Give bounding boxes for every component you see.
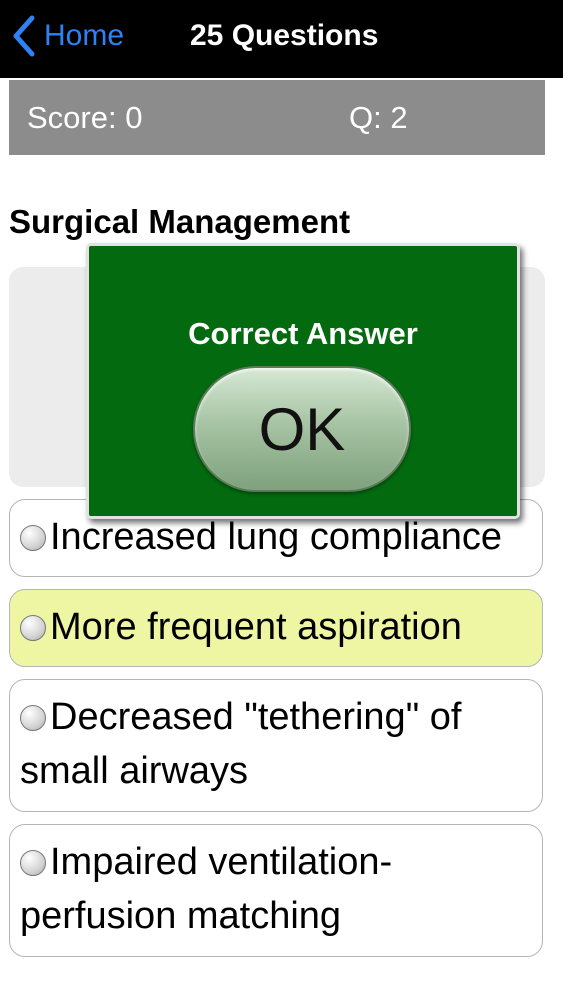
score-label: Score: 0 xyxy=(27,100,143,135)
category-heading: Surgical Management xyxy=(9,203,351,240)
answer-option-4[interactable]: Impaired ventilation- perfusion matching xyxy=(9,824,543,957)
radio-button-icon[interactable] xyxy=(20,525,46,551)
page-title: 25 Questions xyxy=(190,19,379,52)
answer-option-2[interactable]: More frequent aspiration xyxy=(9,589,543,667)
chevron-left-icon xyxy=(13,15,35,57)
answer-option-3[interactable]: Decreased "tethering" of small airways xyxy=(9,679,543,812)
question-number-label: Q: 2 xyxy=(349,100,408,135)
answer-line: Decreased "tethering" of xyxy=(20,690,532,744)
navigation-bar: Home 25 Questions xyxy=(0,0,563,78)
radio-button-icon[interactable] xyxy=(20,615,46,641)
back-label: Home xyxy=(44,19,125,52)
radio-button-icon[interactable] xyxy=(20,705,46,731)
answer-line: Impaired ventilation- xyxy=(20,835,532,889)
alert-title: Correct Answer xyxy=(188,316,418,351)
answer-line: small airways xyxy=(20,750,249,792)
answer-line: More frequent aspiration xyxy=(20,600,532,654)
ok-button[interactable]: OK xyxy=(193,366,411,492)
home-back-button[interactable]: Home xyxy=(10,12,124,60)
answer-line: perfusion matching xyxy=(20,895,342,937)
radio-button-icon[interactable] xyxy=(20,850,46,876)
correct-answer-alert: Correct Answer OK xyxy=(86,243,520,519)
score-bar: Score: 0 Q: 2 xyxy=(9,80,545,155)
